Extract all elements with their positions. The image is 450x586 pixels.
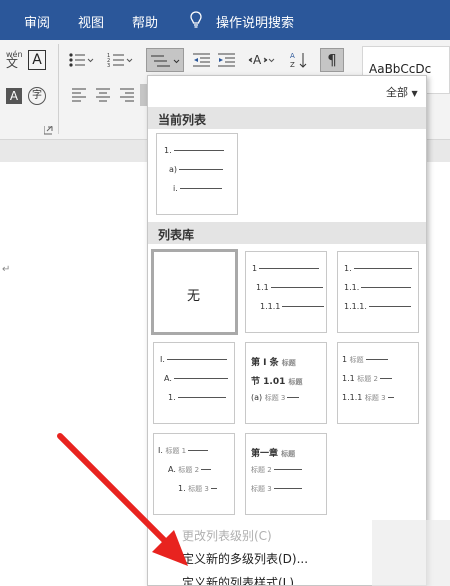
watermark-logo	[372, 520, 450, 586]
red-arrow-annotation	[57, 433, 188, 566]
